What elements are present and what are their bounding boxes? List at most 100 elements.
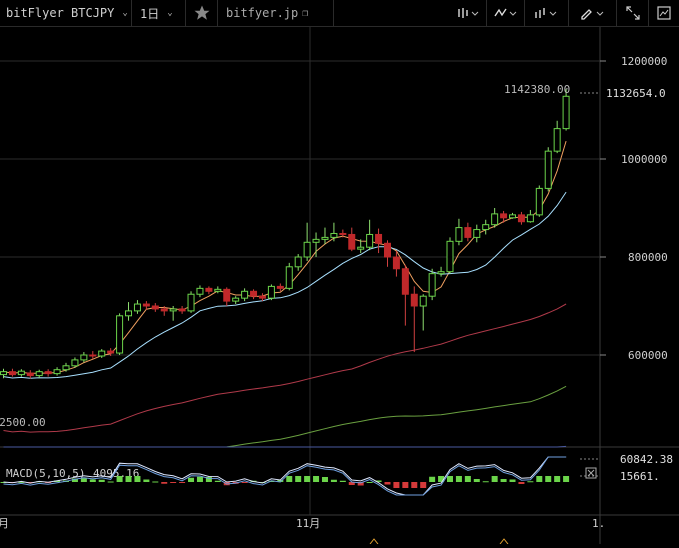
compare-symbol[interactable]: bitfyer.jp ❐ bbox=[218, 0, 334, 26]
macd-bar bbox=[116, 476, 123, 482]
macd-bar bbox=[330, 479, 337, 482]
macd-bar bbox=[429, 476, 436, 482]
candle-body bbox=[410, 293, 418, 307]
indicators-icon[interactable] bbox=[487, 0, 525, 26]
templates-icon[interactable] bbox=[525, 0, 569, 26]
macd-bar bbox=[447, 476, 453, 482]
macd-bar bbox=[125, 476, 132, 482]
macd-label: MACD(5,10,5) bbox=[6, 467, 85, 480]
bar-style-icon[interactable] bbox=[449, 0, 487, 26]
macd-bar bbox=[304, 476, 311, 482]
chart-toolbar: bitFlyer BTCJPY ⌄ 1日 ⌄ bitfyer.jp ❐ bbox=[0, 0, 679, 27]
candle-body bbox=[232, 297, 240, 302]
macd-bar bbox=[214, 480, 221, 482]
candle-body bbox=[107, 350, 115, 354]
candle-body bbox=[26, 372, 34, 377]
macd-bar bbox=[179, 482, 186, 483]
price-tick: 1200000 bbox=[621, 55, 667, 68]
event-marker-icon bbox=[499, 538, 509, 545]
macd-bar bbox=[286, 476, 293, 482]
macd-bar bbox=[295, 476, 302, 482]
macd-bar bbox=[393, 482, 400, 488]
candle-body bbox=[151, 305, 159, 310]
fullscreen-icon[interactable] bbox=[617, 0, 649, 26]
symbol-label: bitFlyer BTCJPY bbox=[6, 6, 115, 20]
macd-bar bbox=[563, 476, 570, 482]
macd-bar bbox=[89, 479, 96, 482]
candle-body bbox=[241, 290, 249, 299]
candle-body bbox=[419, 295, 427, 307]
candle-body bbox=[526, 214, 534, 223]
candle-body bbox=[303, 241, 311, 258]
candle-body bbox=[517, 214, 525, 223]
compare-icon: ❐ bbox=[302, 7, 309, 19]
candle-body bbox=[562, 95, 570, 130]
candle-body bbox=[366, 233, 374, 248]
candle-body bbox=[473, 229, 481, 238]
candle-body bbox=[62, 365, 70, 371]
candle-body bbox=[53, 369, 61, 375]
candle-body bbox=[312, 238, 320, 243]
chart-area[interactable]: 1200000 1000000 800000 600000 1142380.00… bbox=[0, 27, 679, 545]
macd-bar bbox=[527, 481, 534, 483]
candle-body bbox=[437, 271, 445, 275]
macd-bar bbox=[482, 481, 489, 483]
candle-body bbox=[169, 308, 177, 312]
candle-body bbox=[321, 236, 329, 240]
candle-body bbox=[276, 285, 284, 289]
macd-bar bbox=[420, 482, 427, 488]
candle-body bbox=[553, 128, 561, 152]
candle-body bbox=[17, 370, 25, 376]
candle-body bbox=[223, 288, 231, 302]
candle-body bbox=[35, 371, 43, 377]
candle-body bbox=[160, 308, 168, 312]
favorite-star-icon[interactable] bbox=[186, 0, 218, 26]
candle-body bbox=[250, 290, 258, 297]
snapshot-icon[interactable] bbox=[649, 0, 679, 26]
candle-body bbox=[8, 371, 16, 376]
candle-body bbox=[98, 350, 106, 357]
candle-body bbox=[0, 371, 7, 376]
macd-bar bbox=[509, 479, 516, 482]
candle-body bbox=[258, 295, 266, 299]
candle-body bbox=[401, 268, 409, 295]
symbol-selector[interactable]: bitFlyer BTCJPY ⌄ bbox=[0, 0, 132, 26]
macd-bar bbox=[143, 479, 150, 482]
macd-bar bbox=[536, 476, 543, 482]
macd-bar bbox=[545, 476, 552, 482]
macd-bar bbox=[464, 476, 471, 482]
price-tick: 600000 bbox=[628, 349, 668, 362]
macd-bar bbox=[339, 480, 346, 482]
moving-average-line bbox=[3, 445, 567, 448]
candle-body bbox=[428, 273, 436, 297]
macd-bar bbox=[196, 476, 203, 482]
time-tick: 1. bbox=[592, 517, 605, 530]
candle-body bbox=[535, 187, 543, 216]
macd-bar bbox=[321, 477, 328, 482]
chevron-down-icon: ⌄ bbox=[167, 8, 173, 18]
candle-body bbox=[133, 303, 141, 312]
macd-bar bbox=[313, 476, 320, 482]
candle-body bbox=[187, 293, 195, 312]
price-chart[interactable]: 1200000 1000000 800000 600000 1142380.00… bbox=[0, 27, 679, 545]
candle-body bbox=[44, 371, 52, 375]
candle-body bbox=[205, 287, 213, 292]
macd-bar bbox=[366, 482, 373, 483]
interval-label: 1日 bbox=[140, 6, 160, 21]
macd-bar bbox=[161, 482, 168, 484]
chevron-down-icon: ⌄ bbox=[122, 8, 128, 18]
moving-average-lines bbox=[3, 140, 567, 448]
candle-body bbox=[294, 256, 302, 268]
time-tick: 月 bbox=[0, 517, 9, 530]
interval-selector[interactable]: 1日 ⌄ bbox=[132, 0, 186, 26]
candle-body bbox=[544, 150, 552, 189]
candle-body bbox=[383, 242, 391, 258]
macd-pane: MACD(5,10,5) 4095.16 60842.38 15661. bbox=[0, 453, 673, 496]
macd-axis-bottom: 15661. bbox=[620, 470, 660, 483]
drawing-pencil-icon[interactable] bbox=[569, 0, 617, 26]
compare-label: bitfyer.jp bbox=[226, 6, 299, 20]
candle-body bbox=[392, 256, 400, 270]
candle-body bbox=[214, 288, 222, 292]
macd-bar bbox=[455, 476, 462, 482]
macd-bar bbox=[170, 482, 177, 483]
